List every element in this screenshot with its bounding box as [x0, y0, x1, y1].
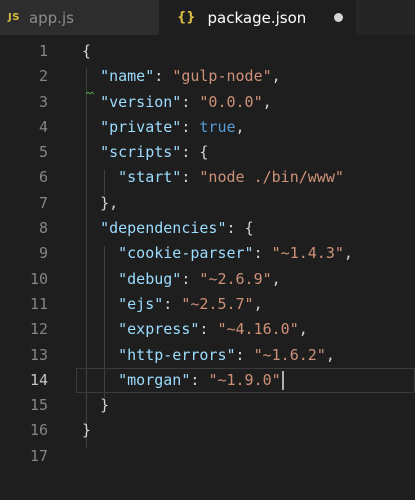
code-line[interactable]: "express": "~4.16.0",	[82, 317, 415, 342]
code-line[interactable]: "private": true,	[82, 115, 415, 140]
code-line[interactable]: "name": "gulp-node",	[82, 64, 415, 89]
code-line[interactable]: }	[82, 418, 415, 443]
line-number: 13	[29, 345, 48, 364]
code-line[interactable]: "start": "node ./bin/www"	[82, 165, 415, 190]
unsaved-changes-dot-icon[interactable]	[334, 13, 343, 22]
code-line[interactable]	[82, 444, 415, 469]
line-number: 5	[38, 143, 48, 162]
code-line[interactable]: "http-errors": "~1.6.2",	[82, 343, 415, 368]
code-line[interactable]: "morgan": "~1.9.0"	[76, 367, 415, 394]
code-line[interactable]: "ejs": "~2.5.7",	[82, 292, 415, 317]
tab-package-json[interactable]: {} package.json	[159, 0, 356, 35]
code-line[interactable]: {	[82, 39, 415, 64]
code-editor[interactable]: 1 2 3 4 5 6 7 8 9 10 11 12 13 14 15 16 17 { "name": "gul…	[0, 35, 415, 500]
line-number-gutter: 1 2 3 4 5 6 7 8 9 10 11 12 13 14 15 16 17	[0, 39, 48, 469]
code-line[interactable]: },	[82, 191, 415, 216]
line-number: 11	[29, 294, 48, 313]
tab-app-js[interactable]: JS app.js	[0, 0, 159, 35]
editor-tab-bar: JS app.js {} package.json	[0, 0, 415, 35]
line-number: 6	[38, 168, 48, 187]
code-line[interactable]: "debug": "~2.6.9",	[82, 267, 415, 292]
line-number: 10	[29, 269, 48, 288]
text-cursor	[281, 370, 284, 390]
code-line[interactable]: "dependencies": {	[82, 216, 415, 241]
tab-label: package.json	[207, 8, 307, 27]
line-number: 1	[38, 42, 48, 60]
line-number: 14	[29, 370, 48, 389]
line-number: 8	[38, 219, 48, 238]
tab-bar-empty-space	[356, 0, 415, 35]
line-number: 3	[38, 92, 48, 111]
code-line[interactable]: }	[82, 393, 415, 418]
line-number: 17	[29, 446, 48, 465]
json-file-icon: {}	[177, 10, 196, 25]
code-line[interactable]: "cookie-parser": "~1.4.3",	[82, 241, 415, 266]
tab-label: app.js	[28, 8, 74, 27]
code-line[interactable]: "scripts": {	[82, 140, 415, 165]
line-number: 7	[38, 193, 48, 212]
line-number: 9	[38, 244, 48, 263]
line-number: 15	[29, 396, 48, 415]
line-number: 4	[38, 117, 48, 136]
line-number: 16	[29, 421, 48, 440]
line-number: 2	[38, 67, 48, 86]
line-number: 12	[29, 320, 48, 339]
code-lines[interactable]: { "name": "gulp-node", "version": "0.0.0…	[76, 39, 415, 469]
javascript-file-icon: JS	[8, 12, 20, 23]
code-line[interactable]: "version": "0.0.0",	[82, 90, 415, 115]
